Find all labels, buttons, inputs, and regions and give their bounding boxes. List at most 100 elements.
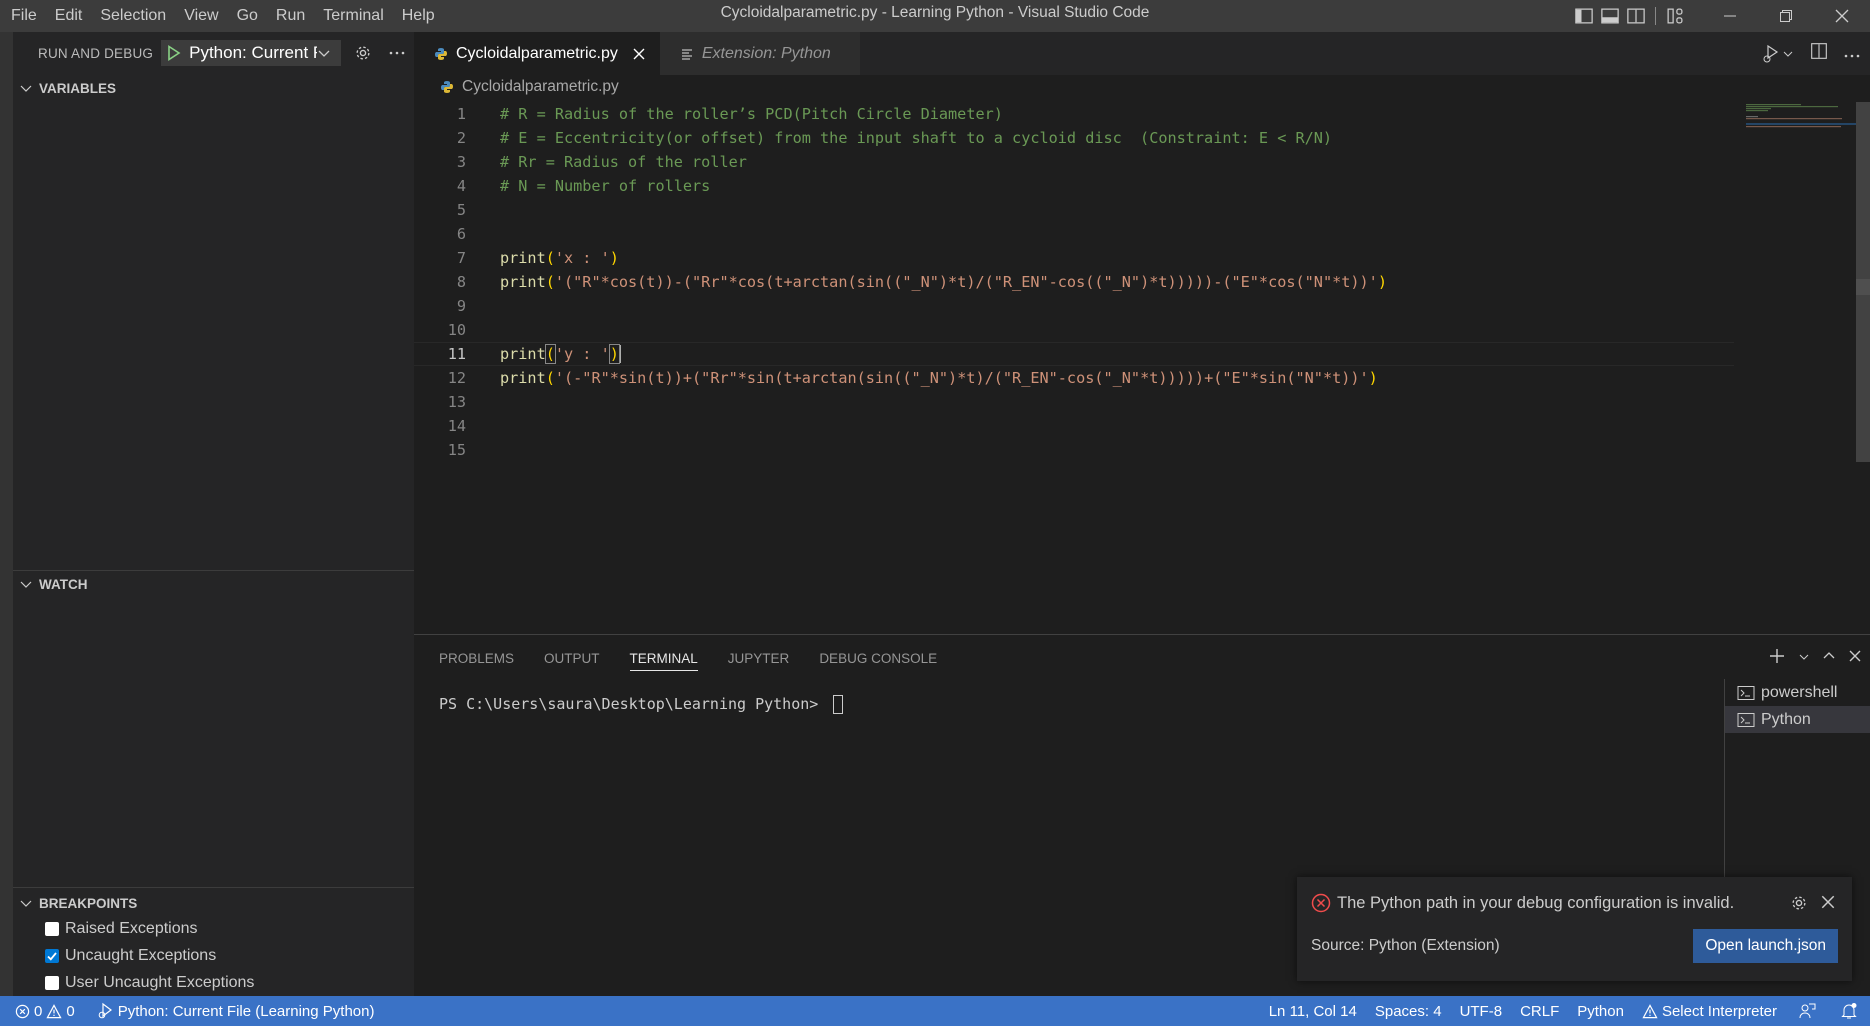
problems-status[interactable]: 0 0 [6,996,84,1026]
code-line[interactable]: 3 # Rr = Radius of the roller [414,150,1734,174]
code-line[interactable]: 8 print('("R"*cos(t))-("Rr"*cos(t+arctan(… [414,270,1734,294]
code-editor[interactable]: 1 # R = Radius of the roller’s PCD(Pitch … [414,102,1734,462]
menu-view[interactable]: View [175,0,227,32]
cursor-position[interactable]: Ln 11, Col 14 [1260,996,1366,1026]
maximize-panel-icon[interactable] [1822,649,1836,668]
tab-terminal[interactable]: TERMINAL [629,635,699,681]
terminal-icon [1737,685,1755,700]
sidebar-title: RUN AND DEBUG [38,45,154,61]
error-icon [1311,893,1331,913]
code-line[interactable]: 2 # E = Eccentricity(or offset) from the … [414,126,1734,150]
debug-config-status[interactable]: Python: Current File (Learning Python) [84,996,384,1026]
python-file-icon [441,81,453,93]
raised-exceptions-checkbox[interactable] [45,921,59,936]
uncaught-exceptions-checkbox[interactable] [45,948,59,963]
menu-terminal[interactable]: Terminal [314,0,392,32]
tab-output[interactable]: OUTPUT [544,635,600,681]
menu-selection[interactable]: Selection [91,0,175,32]
restore-button[interactable] [1758,0,1814,32]
editor-tabs: Cycloidalparametric.py Extension: Python [414,32,1870,75]
select-interpreter[interactable]: Select Interpreter [1633,996,1786,1026]
line-content: # E = Eccentricity(or offset) from the i… [500,129,1333,147]
scrollbar-thumb[interactable] [1856,279,1870,295]
line-content: # R = Radius of the roller’s PCD(Pitch C… [500,105,1003,123]
menu-help[interactable]: Help [393,0,444,32]
menu-bar: File Edit Selection View Go Run Terminal… [0,0,444,32]
debug-config-dropdown[interactable]: Python: Current File [161,40,342,66]
breakpoint-raised-exceptions[interactable]: Raised Exceptions [13,915,414,942]
tab-label: Cycloidalparametric.py [456,44,618,62]
code-line[interactable]: 10 [414,318,1734,342]
toggle-panel-icon[interactable] [1597,0,1623,32]
toggle-secondary-sidebar-icon[interactable] [1623,0,1649,32]
minimize-button[interactable] [1702,0,1758,32]
menu-edit[interactable]: Edit [46,0,92,32]
toggle-primary-sidebar-icon[interactable] [1571,0,1597,32]
line-number: 1 [456,105,466,123]
close-panel-icon[interactable] [1848,649,1862,668]
tab-problems[interactable]: PROBLEMS [439,635,514,681]
terminal-output[interactable]: PS C:\Users\saura\Desktop\Learning Pytho… [439,695,844,714]
code-line[interactable]: 1 # R = Radius of the roller’s PCD(Pitch … [414,102,1734,126]
close-notification-icon[interactable] [1820,894,1836,915]
breakpoints-header[interactable]: BREAKPOINTS [13,891,414,915]
line-number: 10 [447,321,466,339]
terminal-item-powershell[interactable]: powershell [1725,679,1870,706]
chevron-down-icon [318,50,330,57]
user-uncaught-exceptions-checkbox[interactable] [45,975,59,990]
open-launch-json-button[interactable]: Open launch.json [1693,929,1838,963]
terminal-icon [1737,712,1755,727]
new-terminal-icon[interactable] [1768,647,1786,670]
language-mode[interactable]: Python [1568,996,1633,1026]
breakpoint-label: Uncaught Exceptions [65,946,217,964]
code-line[interactable]: 9 [414,294,1734,318]
start-debugging-icon[interactable] [167,45,181,61]
encoding[interactable]: UTF-8 [1451,996,1512,1026]
terminal-dropdown-icon[interactable] [1798,650,1810,668]
line-number: 15 [447,441,466,459]
more-actions-icon[interactable] [1844,45,1860,63]
breakpoint-label: Raised Exceptions [65,919,198,937]
breakpoint-user-uncaught-exceptions[interactable]: User Uncaught Exceptions [13,969,414,996]
end-of-line[interactable]: CRLF [1511,996,1568,1026]
notification-settings-icon[interactable] [1790,894,1808,917]
tab-cycloidalparametric[interactable]: Cycloidalparametric.py [414,32,660,75]
watch-header[interactable]: WATCH [13,572,414,596]
code-line[interactable]: 15 [414,438,1734,462]
split-editor-icon[interactable] [1810,42,1828,65]
tab-extension-python[interactable]: Extension: Python [659,32,860,75]
code-line[interactable]: 13 [414,390,1734,414]
editor-area: Cycloidalparametric.py Extension: Python… [414,32,1870,634]
breakpoint-uncaught-exceptions[interactable]: Uncaught Exceptions [13,942,414,969]
terminal-list: powershell Python [1724,679,1870,879]
customize-layout-icon[interactable] [1662,0,1688,32]
terminal-item-python[interactable]: Python [1725,706,1870,733]
warning-count: 0 [66,1002,75,1020]
menu-file[interactable]: File [2,0,46,32]
line-number: 7 [456,249,466,267]
breadcrumb[interactable]: Cycloidalparametric.py [414,75,1870,99]
code-line[interactable]: 4 # N = Number of rollers [414,174,1734,198]
close-tab-icon[interactable] [630,45,648,63]
run-debug-dropdown-icon[interactable] [1760,43,1794,65]
notification-message: The Python path in your debug configurat… [1337,893,1735,912]
code-line[interactable]: 6 [414,222,1734,246]
menu-run[interactable]: Run [267,0,314,32]
chevron-down-icon [20,581,32,588]
gear-icon[interactable] [351,41,375,65]
notifications-bell-icon[interactable] [1828,996,1870,1026]
code-line[interactable]: 14 [414,414,1734,438]
tab-debug-console[interactable]: DEBUG CONSOLE [819,635,937,681]
feedback-icon[interactable] [1786,996,1828,1026]
code-line[interactable]: 12 print('(-"R"*sin(t))+("Rr"*sin(t+arcta… [414,366,1734,390]
code-line[interactable]: 7 print('x : ') [414,246,1734,270]
minimap[interactable] [1746,102,1856,142]
close-window-button[interactable] [1814,0,1870,32]
more-actions-icon[interactable] [385,41,409,65]
indentation[interactable]: Spaces: 4 [1366,996,1451,1026]
tab-jupyter[interactable]: JUPYTER [728,635,790,681]
variables-header[interactable]: VARIABLES [13,76,414,100]
menu-go[interactable]: Go [228,0,267,32]
code-line[interactable]: 5 [414,198,1734,222]
code-line[interactable]: 11 print('y : ') [414,342,1734,366]
